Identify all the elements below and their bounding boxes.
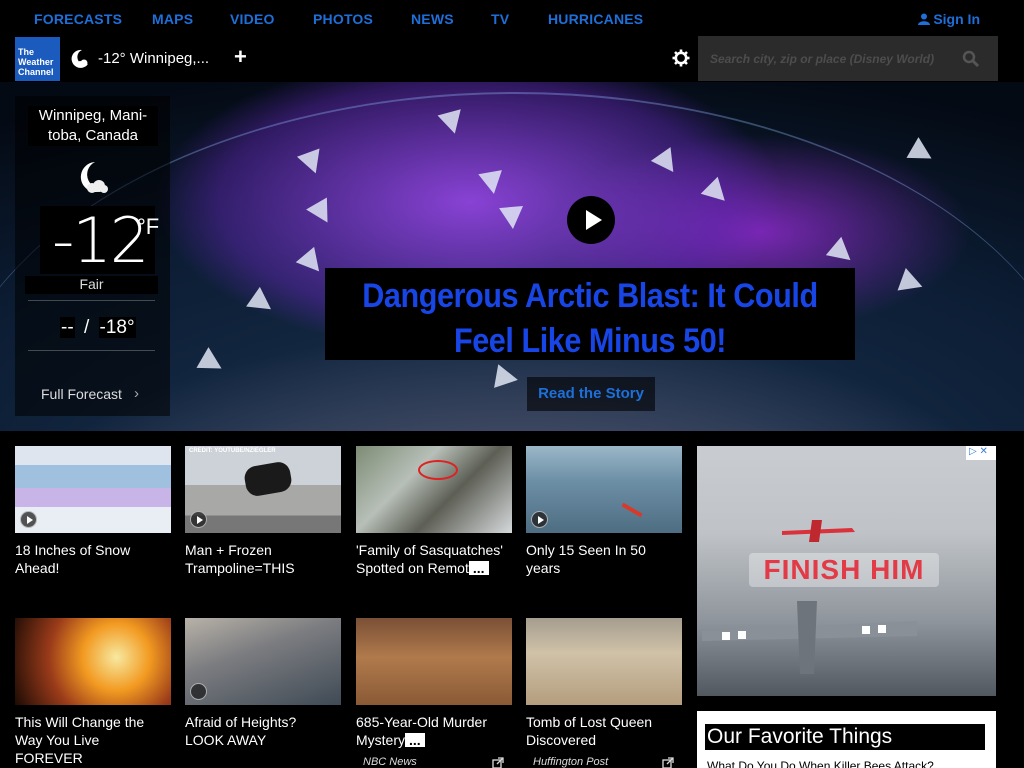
red-plane-graphic (782, 520, 855, 542)
story-thumbnail[interactable] (356, 446, 512, 533)
high-temp: -- (60, 317, 75, 338)
wind-arrow (906, 137, 938, 169)
story-tile[interactable]: 18 Inches of Snow Ahead! (15, 446, 171, 577)
weather-channel-logo[interactable]: The Weather Channel (15, 37, 60, 81)
story-title[interactable]: 685-Year-Old Murder Mystery... (356, 713, 508, 749)
sign-in-link[interactable]: Sign In (933, 11, 980, 27)
gear-icon[interactable] (672, 49, 690, 67)
search-icon[interactable] (962, 50, 980, 68)
low-temp: -18° (98, 317, 136, 338)
nav-news[interactable]: NEWS (411, 11, 454, 27)
thumbnail-credit: CREDIT: YOUTUBE/NZIEGLER (189, 448, 276, 454)
night-clear-icon (80, 162, 108, 193)
external-link-icon[interactable] (492, 757, 504, 768)
page: FORECASTS MAPS VIDEO PHOTOS NEWS TV HURR… (0, 0, 1024, 768)
search-input[interactable] (710, 49, 960, 69)
current-temp: -12 (52, 204, 149, 277)
hero-headline[interactable]: Dangerous Arctic Blast: It Could Feel Li… (325, 268, 855, 360)
external-link-icon[interactable] (662, 757, 674, 768)
story-title[interactable]: 18 Inches of Snow Ahead! (15, 541, 167, 577)
headline-line-2: Feel Like Minus 50! (453, 322, 727, 360)
nav-tv[interactable]: TV (491, 11, 509, 27)
story-thumbnail[interactable] (356, 618, 512, 705)
story-title[interactable]: Only 15 Seen In 50 years (526, 541, 678, 577)
ad-headline: FINISH HIM (749, 553, 939, 587)
chevron-right-icon[interactable]: › (134, 385, 139, 402)
full-forecast-link[interactable]: Full Forecast (41, 386, 122, 402)
story-tile[interactable]: 'Family of Sasquatches' Spotted on Remot… (356, 446, 512, 577)
read-story-link[interactable]: Read the Story (527, 377, 655, 411)
headline-line-1: Dangerous Arctic Blast: It Could (362, 277, 818, 315)
nav-hurricanes[interactable]: HURRICANES (548, 11, 643, 27)
divider (28, 300, 155, 301)
logo-line-3: Channel (18, 67, 54, 77)
video-play-icon (20, 511, 37, 528)
hero-play-button[interactable] (567, 196, 615, 244)
current-location: Winnipeg, Mani-toba, Canada (28, 106, 158, 146)
top-nav: FORECASTS MAPS VIDEO PHOTOS NEWS TV HURR… (0, 0, 1024, 36)
favorites-box: Our Favorite Things What Do You Do When … (697, 711, 996, 768)
high-low: -- / -18° (60, 317, 136, 339)
night-clear-icon (71, 49, 88, 68)
saved-location-temp[interactable]: -12° Winnipeg,... (98, 50, 209, 67)
story-title[interactable]: 'Family of Sasquatches' Spotted on Remot… (356, 541, 508, 577)
story-title[interactable]: Man + Frozen Trampoline=THIS (185, 541, 337, 577)
advertisement[interactable]: ▷ ✕ FINISH HIM (697, 446, 996, 696)
current-temp-box: -12 °F (40, 204, 159, 277)
divider (28, 350, 155, 351)
search-box (698, 36, 998, 81)
nav-forecasts[interactable]: FORECASTS (34, 11, 122, 27)
wind-arrow (499, 205, 525, 231)
story-source: NBC News (363, 756, 417, 768)
story-title[interactable]: Tomb of Lost Queen Discovered (526, 713, 678, 749)
title-ellipsis: ... (468, 561, 489, 575)
title-ellipsis: ... (405, 733, 425, 747)
current-condition: Fair (25, 276, 158, 294)
add-location-button[interactable]: + (234, 44, 247, 70)
brand-bar: The Weather Channel -12° Winnipeg,... + (0, 36, 1024, 82)
current-conditions[interactable]: Winnipeg, Mani-toba, Canada -12 °F Fair … (15, 96, 170, 416)
story-tile[interactable]: Afraid of Heights? LOOK AWAY (185, 618, 341, 749)
story-title[interactable]: This Will Change the Way You Live FOREVE… (15, 713, 167, 767)
video-play-icon (531, 511, 548, 528)
story-tile[interactable]: This Will Change the Way You Live FOREVE… (15, 618, 171, 767)
highlight-circle (418, 460, 458, 480)
story-tile[interactable]: 685-Year-Old Murder Mystery... NBC News (356, 618, 512, 768)
story-tile[interactable]: CREDIT: YOUTUBE/NZIEGLER Man + Frozen Tr… (185, 446, 341, 577)
temp-unit: °F (137, 214, 160, 239)
wind-arrow (494, 364, 520, 392)
high-low-separator: / (83, 317, 90, 338)
story-thumbnail[interactable] (15, 618, 171, 705)
grey-plane-graphic (702, 601, 917, 674)
logo-line-2: Weather (18, 57, 54, 67)
ad-choices-badge[interactable]: ▷ ✕ (966, 446, 996, 460)
video-play-icon (190, 511, 207, 528)
user-icon[interactable] (918, 13, 930, 25)
story-tile[interactable]: Tomb of Lost Queen Discovered Huffington… (526, 618, 682, 768)
ad-choices-label: ▷ ✕ (969, 446, 988, 457)
story-thumbnail[interactable]: CREDIT: YOUTUBE/NZIEGLER (185, 446, 341, 533)
story-thumbnail[interactable] (185, 618, 341, 705)
jumping-person (242, 460, 294, 498)
camera-icon (190, 683, 207, 700)
story-source: Huffington Post (533, 756, 609, 768)
story-title[interactable]: Afraid of Heights? LOOK AWAY (185, 713, 337, 749)
nav-photos[interactable]: PHOTOS (313, 11, 373, 27)
story-thumbnail[interactable] (15, 446, 171, 533)
red-arrow (621, 502, 643, 518)
story-thumbnail[interactable] (526, 618, 682, 705)
logo-line-1: The (18, 47, 35, 57)
nav-video[interactable]: VIDEO (230, 11, 275, 27)
favorites-title: Our Favorite Things (705, 724, 985, 750)
nav-maps[interactable]: MAPS (152, 11, 193, 27)
favorites-first-item[interactable]: What Do You Do When Killer Bees Attack? (707, 759, 934, 768)
story-tile[interactable]: Only 15 Seen In 50 years (526, 446, 682, 577)
story-thumbnail[interactable] (526, 446, 682, 533)
wind-arrow (478, 170, 506, 196)
